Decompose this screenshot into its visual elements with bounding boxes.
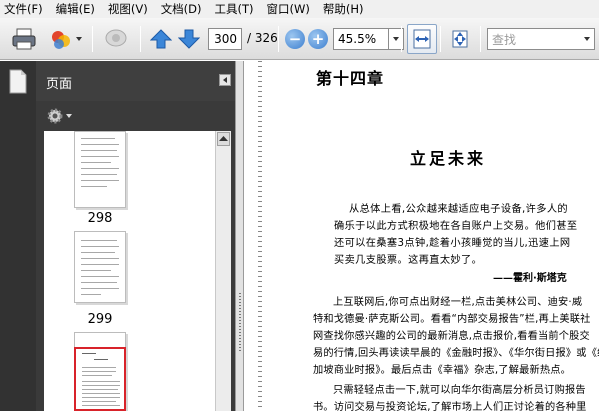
- printer-icon: [12, 28, 36, 50]
- plus-icon: +: [308, 29, 328, 49]
- chevron-down-icon: [393, 37, 399, 41]
- quote-attribution: ——霍利·斯塔克: [493, 273, 567, 284]
- toolbar-divider: [440, 26, 441, 52]
- quote-line: 确乐于以此方式积极地在各自账户上交易。他们甚至: [334, 221, 578, 232]
- share-button[interactable]: [46, 24, 84, 54]
- chevron-down-icon: [76, 37, 82, 41]
- navigation-bar: [0, 61, 36, 411]
- gear-icon: [47, 108, 63, 124]
- share-icon: [52, 31, 70, 49]
- body-line: 加坡商业时报》。最后点击《幸福》杂志,了解最新热点。: [313, 365, 572, 376]
- page-number-input[interactable]: 300: [208, 28, 242, 50]
- fit-width-button[interactable]: [407, 24, 437, 54]
- arrow-up-icon: [150, 29, 172, 49]
- quote-line: 从总体上看,公众越来越适应电子设备,许多人的: [349, 204, 569, 215]
- toolbar-divider: [278, 26, 279, 52]
- panel-options-bar: [36, 101, 235, 131]
- toolbar: 300 / 326 − + 45.5% 查找: [0, 18, 599, 60]
- previous-page-button[interactable]: [148, 24, 174, 54]
- search-input[interactable]: 查找: [492, 31, 516, 48]
- toolbar-divider: [401, 26, 402, 52]
- page-thumbnail-selected[interactable]: [74, 347, 126, 411]
- chapter-title: 第十四章: [316, 69, 385, 88]
- pages-panel-header: 页面: [36, 61, 235, 101]
- panel-splitter[interactable]: [235, 61, 244, 411]
- zoom-out-button[interactable]: −: [284, 24, 306, 54]
- print-button[interactable]: [8, 24, 40, 54]
- menu-edit[interactable]: 编辑(E): [56, 1, 95, 17]
- search-field[interactable]: 查找: [487, 28, 595, 50]
- page-thumbnail[interactable]: [74, 131, 126, 208]
- menu-window[interactable]: 窗口(W): [267, 1, 310, 17]
- page-icon: [9, 69, 27, 94]
- menu-document[interactable]: 文档(D): [161, 1, 202, 17]
- page-thumbnail[interactable]: [74, 231, 126, 303]
- fit-width-icon: [413, 29, 431, 49]
- zoom-in-button[interactable]: +: [307, 24, 329, 54]
- toolbar-divider: [92, 26, 93, 52]
- menu-file[interactable]: 文件(F): [4, 1, 43, 17]
- thumbnail-scrollbar[interactable]: [215, 131, 231, 411]
- toolbar-divider: [480, 26, 481, 52]
- body-line: 特和戈德曼·萨克斯公司。看看“内部交易报告”栏,再上美联社: [313, 314, 591, 325]
- menu-help[interactable]: 帮助(H): [323, 1, 364, 17]
- body-line: 上互联网后,你可点出财经一栏,点击美林公司、迪安·威: [333, 297, 583, 308]
- next-page-button[interactable]: [176, 24, 202, 54]
- body-line: 网查找你感兴趣的公司的最新消息,点击报价,看看当前个股交: [313, 331, 590, 342]
- thumbnail-list: 298 299: [44, 131, 215, 411]
- full-screen-button[interactable]: [446, 24, 474, 54]
- quote-line: 买卖几支股票。这再直太妙了。: [334, 255, 483, 266]
- thumbnail-page-number: 298: [87, 211, 113, 226]
- body-line: 易的行情,回头再读读早晨的《金融时报》、《华尔街日报》或《纽: [313, 348, 599, 359]
- comment-button[interactable]: [100, 24, 132, 54]
- section-heading: 立足未来: [410, 149, 487, 168]
- zoom-input[interactable]: 45.5%: [333, 28, 389, 50]
- menu-view[interactable]: 视图(V): [108, 1, 148, 17]
- panel-left-border: [36, 131, 44, 411]
- minus-icon: −: [285, 29, 305, 49]
- menu-bar: 文件(F) 编辑(E) 视图(V) 文档(D) 工具(T) 窗口(W) 帮助(H…: [0, 0, 599, 18]
- full-screen-icon: [452, 30, 468, 48]
- chevron-down-icon: [66, 114, 72, 118]
- pages-nav-button[interactable]: [8, 69, 28, 98]
- page-edge: [258, 61, 262, 411]
- menu-tools[interactable]: 工具(T): [215, 1, 254, 17]
- panel-title: 页面: [46, 77, 73, 92]
- splitter-grip[interactable]: [239, 293, 241, 353]
- scroll-up-button[interactable]: [217, 132, 230, 146]
- body-line: 只需轻轻点击一下,就可以向华尔街高层分析员订购报告: [333, 385, 586, 396]
- collapse-panel-button[interactable]: [219, 74, 231, 86]
- thumbnail-page-number: 299: [87, 312, 113, 327]
- chevron-down-icon: [584, 37, 590, 41]
- comment-icon: [105, 29, 127, 47]
- arrow-down-icon: [178, 29, 200, 49]
- toolbar-divider: [140, 26, 141, 52]
- chevron-left-icon: [223, 77, 227, 83]
- options-button[interactable]: [46, 107, 72, 125]
- chevron-up-icon: [219, 136, 228, 141]
- quote-line: 还可以在桑塞3点钟,趁着小孩睡觉的当儿,迅速上网: [334, 238, 571, 249]
- total-pages-label: / 326: [247, 31, 278, 45]
- body-line: 书。访问交易与投资论坛,了解市场上人们正讨论着的各种里: [313, 402, 587, 411]
